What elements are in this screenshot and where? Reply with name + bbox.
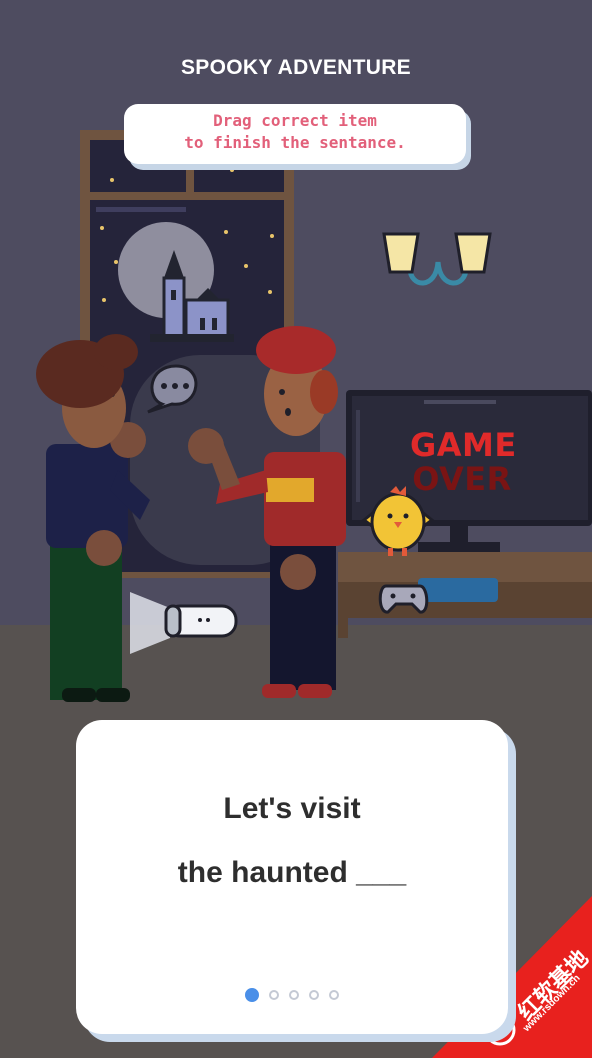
pagination-dot-2[interactable] [269, 990, 279, 1000]
pagination-dot-5[interactable] [329, 990, 339, 1000]
pagination-dot-3[interactable] [289, 990, 299, 1000]
pagination-dot-4[interactable] [309, 990, 319, 1000]
tv-screen-text-game: GAME [410, 426, 517, 464]
sentence-line-2-drop-target[interactable]: the haunted ___ [76, 856, 508, 890]
instruction-card: Drag correct item to finish the sentance… [124, 104, 466, 164]
tv-screen-text-over: OVER [412, 460, 512, 498]
instruction-line-1: Drag correct item [213, 111, 377, 130]
pagination-dots [76, 988, 508, 1002]
page-title: SPOOKY ADVENTURE [180, 56, 411, 79]
instruction-line-2: to finish the sentance. [184, 133, 406, 152]
sentence-line-1: Let's visit [223, 792, 361, 825]
sentence-card[interactable]: Let's visit the haunted ___ [76, 720, 508, 1034]
pagination-dot-1[interactable] [245, 988, 259, 1002]
